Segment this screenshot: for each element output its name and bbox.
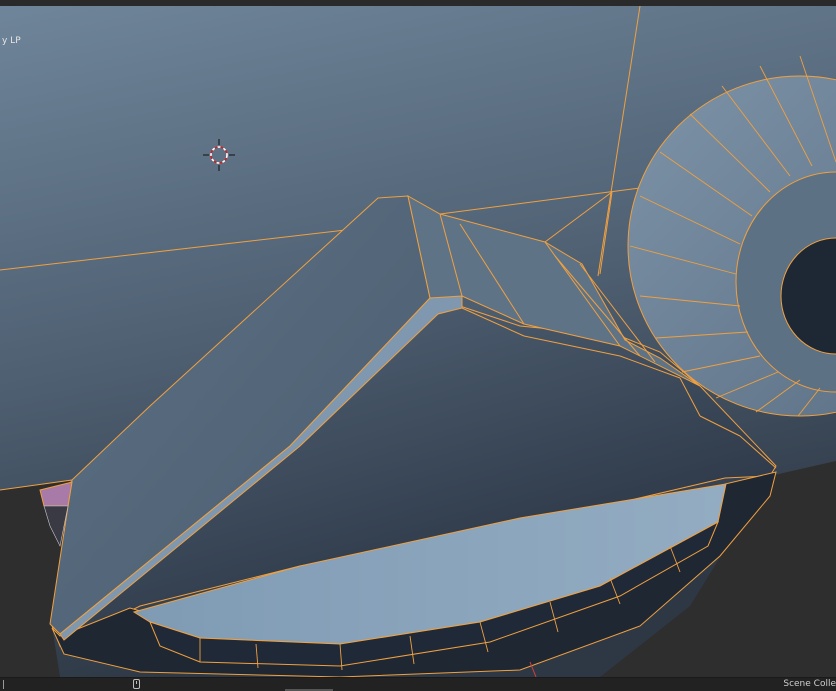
viewport-canvas[interactable] xyxy=(0,6,836,677)
status-bar: Scene Colle xyxy=(0,677,836,691)
status-bar-left-edge xyxy=(0,680,4,689)
3d-viewport[interactable]: y LP xyxy=(0,6,836,677)
object-name-label: y LP xyxy=(2,36,21,46)
mouse-icon xyxy=(133,679,140,689)
blender-app: y LP Scene Colle xyxy=(0,0,836,691)
scene-collection-label: Scene Colle xyxy=(783,679,836,689)
